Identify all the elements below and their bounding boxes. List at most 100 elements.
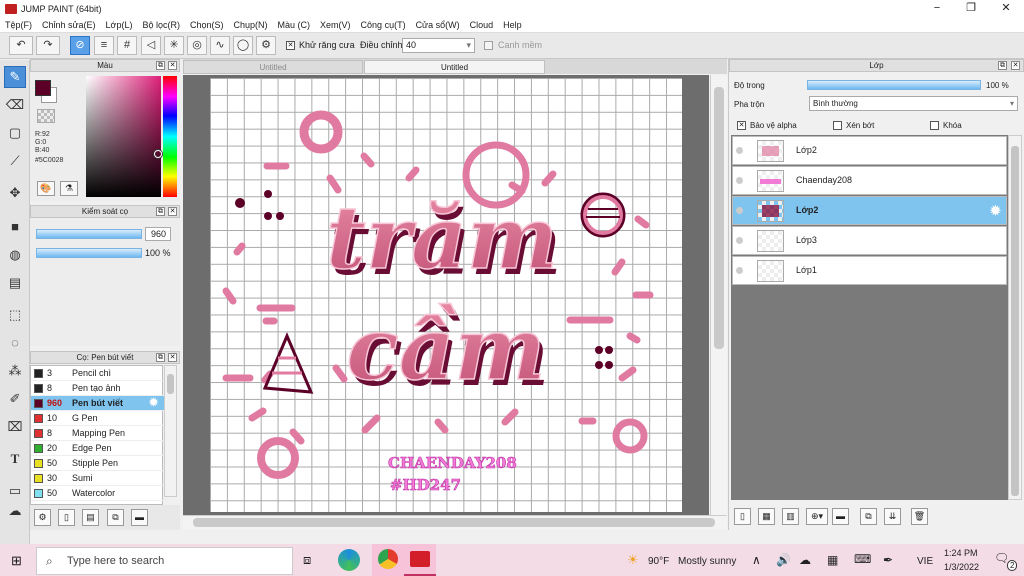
minimize-button[interactable]: − [920, 0, 954, 17]
new-layer-icon[interactable]: ▯ [734, 508, 751, 525]
brush-item-selected[interactable]: 960 Pen bút viết ✹ [31, 396, 164, 411]
scroll-thumb[interactable] [714, 87, 724, 349]
brush-size-value[interactable]: 960 [145, 227, 171, 241]
brush-menu-icon[interactable]: ▤ [82, 509, 99, 526]
radial-ruler-icon[interactable]: ✳ [164, 36, 184, 55]
select-rect-icon[interactable]: ⬚ [4, 304, 26, 326]
text-tool-icon[interactable]: T [4, 448, 26, 470]
input-language[interactable]: VIE [917, 556, 933, 567]
scroll-thumb[interactable] [167, 374, 174, 394]
correction-pen-icon[interactable]: ⟋ [4, 150, 26, 172]
primary-color-swatch[interactable] [35, 80, 51, 96]
layer-opacity-slider[interactable] [807, 80, 981, 90]
protect-alpha-checkbox[interactable]: ✕ [737, 120, 746, 131]
menu-cloud[interactable]: Cloud [465, 20, 499, 30]
saturation-value-picker[interactable] [86, 76, 161, 197]
close-button[interactable]: ✕ [989, 0, 1023, 17]
vanishing-point-icon[interactable]: ◁ [141, 36, 161, 55]
snap-off-icon[interactable]: ⊘ [70, 36, 90, 55]
eraser-tool-icon[interactable]: ⌫ [4, 94, 26, 116]
brush-size-slider[interactable] [36, 229, 142, 239]
panel-close-icon[interactable]: ✕ [1011, 61, 1020, 70]
palette-icon[interactable]: 🎨 [37, 181, 55, 196]
volume-icon[interactable]: 🔊 [776, 553, 791, 567]
layer-list-scrollbar[interactable] [1008, 135, 1022, 500]
menu-layer[interactable]: Lớp(L) [101, 20, 138, 30]
snap-settings-icon[interactable]: ⚙ [256, 36, 276, 55]
eyedropper-palette-icon[interactable]: ⚗ [60, 181, 78, 196]
menu-capture[interactable]: Chụp(N) [229, 20, 273, 30]
menu-select[interactable]: Chọn(S) [185, 20, 229, 30]
menu-file[interactable]: Tệp(F) [0, 20, 37, 30]
clock-time[interactable]: 1:24 PM [944, 548, 978, 558]
tab-untitled-2[interactable]: Untitled [364, 60, 545, 74]
redo-icon[interactable]: ↷ [36, 36, 60, 55]
layer-row-selected[interactable]: Lớp2 ✹ [732, 196, 1007, 225]
panel-float-icon[interactable]: ⧉ [156, 61, 165, 70]
lasso-tool-icon[interactable]: ◌ [4, 332, 26, 354]
brush-folder-icon[interactable]: ▬ [131, 509, 148, 526]
adjust-select[interactable]: 40 ▾ [402, 38, 475, 53]
visibility-icon[interactable] [736, 267, 743, 274]
panel-float-icon[interactable]: ⧉ [156, 353, 165, 362]
panel-float-icon[interactable]: ⧉ [156, 207, 165, 216]
cloud-sync-icon[interactable]: ☁ [4, 500, 26, 522]
panel-close-icon[interactable]: ✕ [168, 61, 177, 70]
menu-help[interactable]: Help [498, 20, 527, 30]
maximize-button[interactable]: ❐ [954, 0, 988, 17]
new-folder-icon[interactable]: ▬ [832, 508, 849, 525]
transparent-color-swatch[interactable] [37, 109, 55, 123]
curve-ruler-icon[interactable]: ∿ [210, 36, 230, 55]
duplicate-brush-icon[interactable]: ⧉ [107, 509, 124, 526]
lock-checkbox[interactable] [930, 120, 939, 131]
divider-tool-icon[interactable]: ▭ [4, 480, 26, 502]
brush-settings-gear-icon[interactable]: ✹ [149, 396, 158, 411]
panel-close-icon[interactable]: ✕ [168, 207, 177, 216]
parallel-ruler-icon[interactable]: ≡ [94, 36, 114, 55]
grid-ruler-icon[interactable]: # [117, 36, 137, 55]
taskbar-search-box[interactable]: ⌕ Type here to search [36, 547, 293, 575]
keyboard-icon[interactable]: ⌨ [854, 552, 871, 566]
scroll-thumb[interactable] [193, 518, 715, 527]
brush-tool-icon[interactable]: ✎ [4, 66, 26, 88]
network-icon[interactable]: ▦ [827, 553, 838, 567]
brush-item[interactable]: 8 Mapping Pen [31, 426, 164, 441]
move-tool-icon[interactable]: ✥ [4, 182, 26, 204]
brush-item[interactable]: 3 Pencil chì [31, 366, 164, 381]
scroll-thumb[interactable] [1011, 146, 1019, 496]
hue-slider[interactable] [163, 76, 177, 197]
weather-condition[interactable]: Mostly sunny [678, 556, 736, 567]
merge-layer-icon[interactable]: ⇊ [884, 508, 901, 525]
edge-browser-icon[interactable] [338, 549, 360, 571]
select-eraser-icon[interactable]: ⌧ [4, 416, 26, 438]
onedrive-icon[interactable]: ☁ [799, 553, 811, 567]
tray-chevron-up-icon[interactable]: ∧ [752, 553, 761, 567]
sv-cursor[interactable] [154, 150, 162, 158]
layer-settings-icon[interactable]: ✹ [990, 203, 1001, 219]
concentric-ruler-icon[interactable]: ◎ [187, 36, 207, 55]
antialias-checkbox[interactable]: ✕ [286, 40, 295, 51]
undo-icon[interactable]: ↶ [9, 36, 33, 55]
panel-close-icon[interactable]: ✕ [168, 353, 177, 362]
canvas-horizontal-scrollbar[interactable] [183, 515, 727, 529]
jump-paint-taskbar-slot[interactable] [404, 544, 436, 576]
magic-wand-icon[interactable]: ⁂ [4, 360, 26, 382]
fill-rect-icon[interactable]: ■ [4, 216, 26, 238]
brush-settings-icon[interactable]: ⚙ [34, 509, 51, 526]
gradient-tool-icon[interactable]: ▤ [4, 272, 26, 294]
visibility-icon[interactable] [736, 207, 743, 214]
drawing-canvas[interactable]: trăm trăm cầm cầm CHAENDAY208 #HD247 [210, 78, 682, 512]
brush-item[interactable]: 50 Stipple Pen [31, 456, 164, 471]
new-1bit-layer-icon[interactable]: ▥ [782, 508, 799, 525]
brush-item[interactable]: 20 Edge Pen [31, 441, 164, 456]
menu-window[interactable]: Cửa sổ(W) [411, 20, 465, 30]
task-view-icon[interactable]: ⧈ [303, 552, 311, 568]
menu-color[interactable]: Màu (C) [273, 20, 316, 30]
menu-tools[interactable]: Công cụ(T) [356, 20, 411, 30]
weather-sun-icon[interactable]: ☀ [627, 552, 639, 568]
select-pen-icon[interactable]: ✐ [4, 388, 26, 410]
menu-view[interactable]: Xem(V) [315, 20, 356, 30]
tab-untitled-1[interactable]: Untitled [183, 60, 363, 74]
canvas-viewport[interactable]: trăm trăm cầm cầm CHAENDAY208 #HD247 [183, 75, 709, 515]
menu-filter[interactable]: Bộ lọc(R) [137, 20, 185, 30]
